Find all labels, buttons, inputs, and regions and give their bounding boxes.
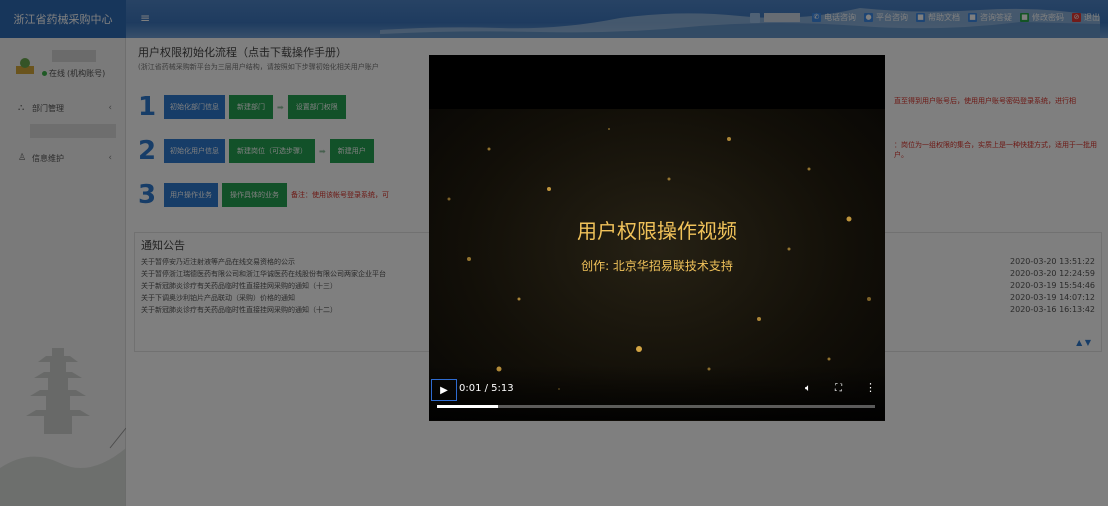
video-progress-bar[interactable] xyxy=(437,405,875,408)
video-player[interactable]: 用户权限操作视频 创作: 北京华招易联技术支持 ▶ 0:01 / 5:13 🔈︎… xyxy=(429,55,885,421)
video-title: 用户权限操作视频 xyxy=(577,219,737,243)
volume-icon[interactable]: 🔈︎ xyxy=(805,383,811,394)
fullscreen-icon[interactable]: ⛶ xyxy=(835,383,842,394)
video-controls: ▶ 0:01 / 5:13 🔈︎ ⛶ ⋮ xyxy=(429,365,885,420)
play-icon[interactable]: ▶ xyxy=(431,379,457,401)
video-subtitle: 创作: 北京华招易联技术支持 xyxy=(581,259,733,273)
video-progress-fill xyxy=(437,405,499,408)
video-time: 0:01 / 5:13 xyxy=(459,383,514,394)
more-vertical-icon[interactable]: ⋮ xyxy=(865,381,876,394)
